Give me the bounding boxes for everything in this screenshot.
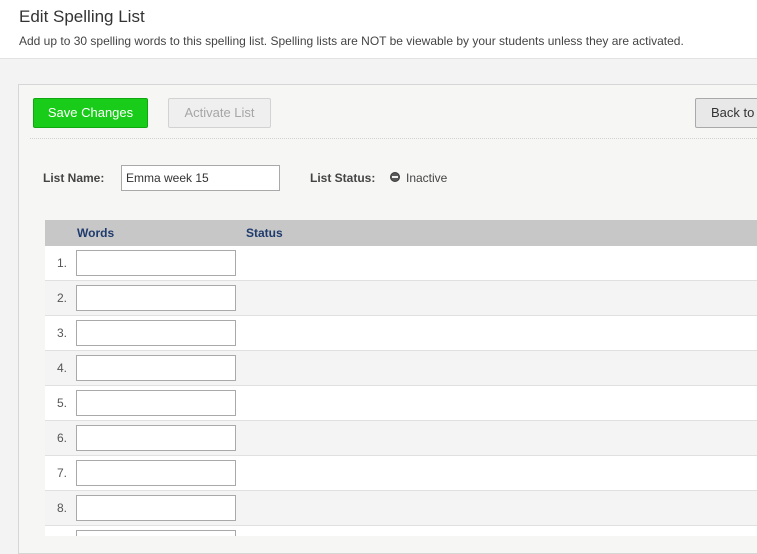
- table-row: 4.: [45, 351, 757, 386]
- table-row: 5.: [45, 386, 757, 421]
- list-status-label: List Status:: [310, 171, 376, 185]
- row-number: 7.: [56, 466, 67, 480]
- word-input[interactable]: [76, 285, 236, 311]
- row-number: 3.: [56, 326, 67, 340]
- list-name-input[interactable]: [121, 165, 280, 191]
- row-number: 2.: [56, 291, 67, 305]
- word-input[interactable]: [76, 495, 236, 521]
- table-row: 2.: [45, 281, 757, 316]
- table-row: 6.: [45, 421, 757, 456]
- word-input[interactable]: [76, 530, 236, 536]
- row-number: 5.: [56, 396, 67, 410]
- word-input[interactable]: [76, 355, 236, 381]
- row-number: 6.: [56, 431, 67, 445]
- word-input[interactable]: [76, 425, 236, 451]
- table-row: 7.: [45, 456, 757, 491]
- page-header: Edit Spelling List Add up to 30 spelling…: [0, 0, 757, 59]
- word-input[interactable]: [76, 390, 236, 416]
- word-input[interactable]: [76, 460, 236, 486]
- row-number: 4.: [56, 361, 67, 375]
- table-row: 8.: [45, 491, 757, 526]
- row-number: 8.: [56, 501, 67, 515]
- column-header-status: Status: [246, 226, 283, 240]
- row-number: 1.: [56, 256, 67, 270]
- word-input[interactable]: [76, 320, 236, 346]
- word-input[interactable]: [76, 250, 236, 276]
- activate-list-button[interactable]: Activate List: [168, 98, 271, 128]
- list-name-label: List Name:: [43, 171, 105, 185]
- back-button[interactable]: Back to: [695, 98, 757, 128]
- toolbar-divider: [30, 138, 757, 139]
- page-subtitle: Add up to 30 spelling words to this spel…: [19, 34, 684, 48]
- column-header-words: Words: [77, 226, 115, 240]
- table-row: 3.: [45, 316, 757, 351]
- words-table-body: 1. 2. 3. 4. 5. 6. 7. 8. 9.: [45, 246, 757, 536]
- words-table-header: Words Status: [45, 220, 757, 246]
- table-row: 1.: [45, 246, 757, 281]
- inactive-status-icon: [390, 172, 400, 182]
- list-status-value: Inactive: [406, 171, 448, 185]
- page-title: Edit Spelling List: [19, 7, 145, 26]
- save-changes-button[interactable]: Save Changes: [33, 98, 148, 128]
- table-row: 9.: [45, 526, 757, 536]
